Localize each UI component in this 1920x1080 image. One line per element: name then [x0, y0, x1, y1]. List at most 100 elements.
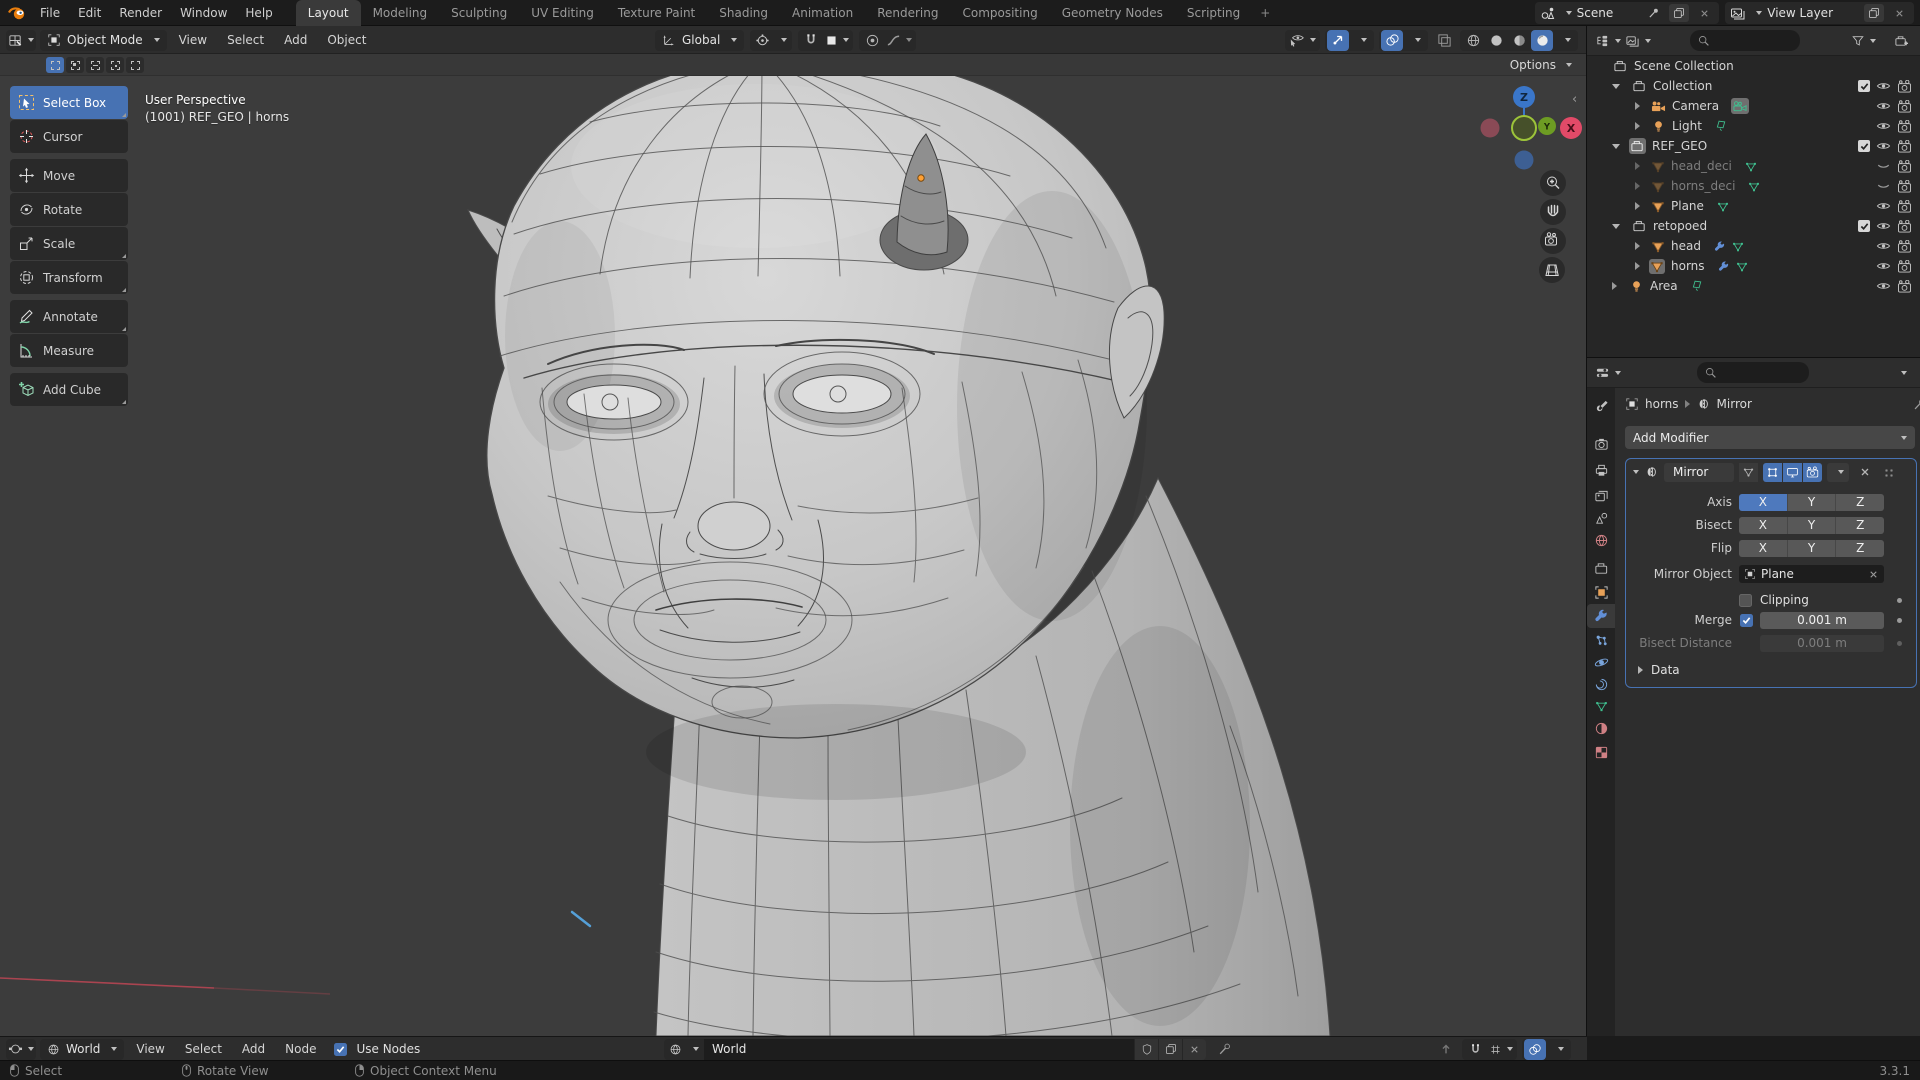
- disclosure-triangle[interactable]: [1635, 122, 1640, 130]
- data-subpanel-row[interactable]: Data: [1626, 661, 1916, 679]
- mesh-data-icon[interactable]: [1716, 200, 1730, 213]
- blender-logo-icon[interactable]: [8, 5, 27, 21]
- tab-object-data[interactable]: [1587, 694, 1615, 718]
- view-layer-selector[interactable]: View Layer: [1725, 2, 1914, 24]
- select-mode-intersect[interactable]: [126, 57, 144, 73]
- disclosure-triangle[interactable]: [1635, 102, 1640, 110]
- tab-render[interactable]: [1587, 432, 1615, 456]
- tab-physics[interactable]: [1587, 650, 1615, 674]
- tab-animation[interactable]: Animation: [780, 0, 865, 26]
- modifier-realtime-toggle[interactable]: [1783, 462, 1802, 482]
- menu-edit[interactable]: Edit: [69, 0, 110, 26]
- viewport-3d[interactable]: Object Mode View Select Add Object Globa…: [0, 26, 1587, 1036]
- transform-orientation-dropdown[interactable]: Global: [655, 29, 745, 51]
- modifier-extras-dropdown[interactable]: [1827, 462, 1849, 482]
- eye-closed-icon[interactable]: [1876, 160, 1891, 172]
- tab-modifiers-active[interactable]: [1587, 604, 1615, 628]
- snap-target-dropdown[interactable]: [1487, 1039, 1515, 1060]
- tab-sculpting[interactable]: Sculpting: [439, 0, 519, 26]
- modifier-render-toggle[interactable]: [1803, 462, 1822, 482]
- mode-dropdown[interactable]: Object Mode: [40, 29, 167, 51]
- disclosure-triangle[interactable]: [1635, 162, 1640, 170]
- flip-x-button[interactable]: X: [1739, 539, 1788, 557]
- hide-eye-icon[interactable]: [1876, 220, 1891, 232]
- animate-dot-icon[interactable]: [1897, 597, 1902, 603]
- axis-y-button[interactable]: Y: [1787, 493, 1837, 511]
- mesh-data-icon[interactable]: [1747, 180, 1761, 193]
- shader-menu-add[interactable]: Add: [234, 1042, 273, 1056]
- tab-texture-paint[interactable]: Texture Paint: [606, 0, 707, 26]
- hide-eye-icon[interactable]: [1876, 120, 1891, 132]
- modifier-editmode-toggle[interactable]: [1763, 462, 1782, 482]
- outliner-search-input[interactable]: [1690, 30, 1800, 51]
- show-object-types-dropdown[interactable]: [1287, 30, 1318, 51]
- shader-menu-select[interactable]: Select: [177, 1042, 230, 1056]
- world-datablock-dropdown[interactable]: [664, 1038, 704, 1060]
- new-world-button[interactable]: [1158, 1038, 1182, 1060]
- shading-dropdown[interactable]: [1554, 30, 1576, 51]
- modifier-name-field[interactable]: Mirror: [1664, 462, 1734, 482]
- disclosure-triangle[interactable]: [1612, 143, 1620, 149]
- tool-move[interactable]: Move: [10, 159, 128, 192]
- merge-threshold-slider[interactable]: 0.001 m: [1760, 611, 1884, 629]
- hide-eye-icon[interactable]: [1876, 280, 1891, 292]
- mesh-data-icon[interactable]: [1731, 240, 1745, 253]
- panel-collapse-icon[interactable]: [1633, 470, 1639, 474]
- close-icon[interactable]: [1868, 569, 1879, 580]
- mirror-object-field[interactable]: Plane: [1739, 565, 1884, 583]
- eye-closed-icon[interactable]: [1876, 180, 1891, 192]
- select-mode-invert[interactable]: [106, 57, 124, 73]
- tab-shading[interactable]: Shading: [707, 0, 780, 26]
- tab-modeling[interactable]: Modeling: [361, 0, 440, 26]
- shader-menu-node[interactable]: Node: [277, 1042, 324, 1056]
- disclosure-triangle[interactable]: [1612, 282, 1617, 290]
- outliner-filter-dropdown[interactable]: [1849, 30, 1878, 51]
- render-visibility-icon[interactable]: [1897, 199, 1912, 213]
- viewport-canvas[interactable]: [0, 26, 1587, 1036]
- tool-select-box[interactable]: Select Box: [10, 86, 128, 119]
- flip-y-button[interactable]: Y: [1787, 539, 1837, 557]
- mesh-data-icon[interactable]: [1735, 260, 1749, 273]
- snap-toggle[interactable]: [1464, 1039, 1486, 1060]
- zoom-button[interactable]: [1540, 170, 1566, 196]
- flip-z-button[interactable]: Z: [1836, 539, 1885, 557]
- tool-transform[interactable]: Transform: [10, 261, 128, 294]
- parent-node-tree-button[interactable]: [1435, 1039, 1457, 1060]
- editor-type-button[interactable]: [6, 29, 36, 51]
- tool-scale[interactable]: Scale: [10, 227, 128, 260]
- pin-icon[interactable]: [1644, 4, 1664, 22]
- gizmo-z-neg-axis[interactable]: [1514, 150, 1534, 170]
- tab-view-layer[interactable]: [1587, 484, 1615, 508]
- hide-eye-icon[interactable]: [1876, 100, 1891, 112]
- disclosure-triangle[interactable]: [1635, 182, 1640, 190]
- outliner-row-retopoed[interactable]: retopoed: [1587, 216, 1920, 236]
- shading-solid-button[interactable]: [1485, 30, 1507, 51]
- shader-menu-view[interactable]: View: [128, 1042, 172, 1056]
- tab-compositing[interactable]: Compositing: [950, 0, 1049, 26]
- render-visibility-icon[interactable]: [1897, 79, 1912, 93]
- tool-rotate[interactable]: Rotate: [10, 193, 128, 226]
- disclosure-triangle[interactable]: [1635, 262, 1640, 270]
- outliner-row-camera[interactable]: Camera: [1587, 96, 1920, 116]
- pan-hand-button[interactable]: [1540, 199, 1566, 225]
- outliner-row-horns-deci[interactable]: horns_deci: [1587, 176, 1920, 196]
- render-visibility-icon[interactable]: [1897, 179, 1912, 193]
- hide-eye-icon[interactable]: [1876, 140, 1891, 152]
- hide-eye-icon[interactable]: [1876, 80, 1891, 92]
- disclosure-triangle[interactable]: [1612, 83, 1620, 89]
- tool-add-cube[interactable]: Add Cube: [10, 373, 128, 406]
- proportional-edit-toggle[interactable]: [861, 30, 883, 51]
- hide-eye-icon[interactable]: [1876, 240, 1891, 252]
- outliner-editor-type-button[interactable]: [1593, 30, 1623, 51]
- drag-handle-icon[interactable]: [1883, 466, 1894, 478]
- collection-checkbox[interactable]: [1858, 220, 1870, 232]
- viewport-menu-add[interactable]: Add: [276, 33, 315, 47]
- outliner-row-plane[interactable]: Plane: [1587, 196, 1920, 216]
- delete-view-layer-icon[interactable]: [1889, 4, 1909, 22]
- merge-checkbox[interactable]: [1740, 613, 1753, 627]
- properties-editor-type-button[interactable]: [1593, 362, 1623, 383]
- tab-object[interactable]: [1587, 580, 1615, 604]
- tab-rendering[interactable]: Rendering: [865, 0, 950, 26]
- tab-layout[interactable]: Layout: [295, 0, 361, 26]
- mesh-data-icon[interactable]: [1744, 160, 1758, 173]
